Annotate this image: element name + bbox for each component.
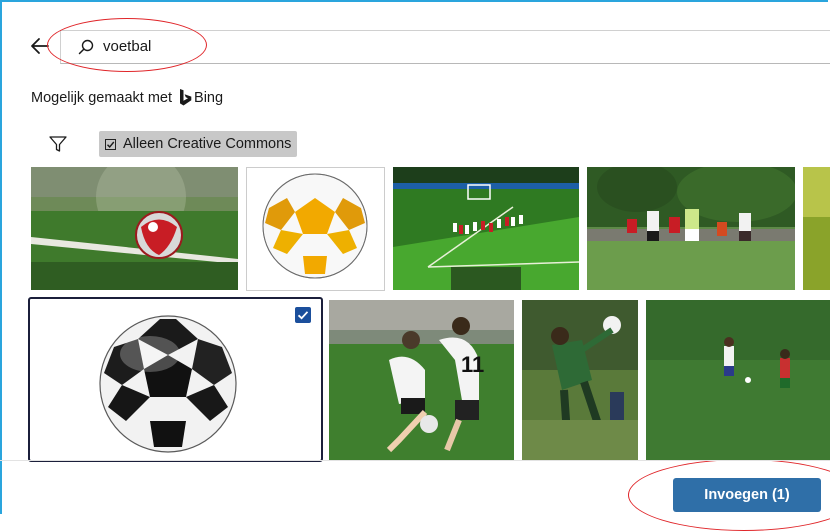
search-input[interactable] bbox=[101, 37, 605, 56]
black-white-ball-thumbnail[interactable] bbox=[28, 297, 323, 462]
cc-label: Alleen Creative Commons bbox=[123, 136, 292, 152]
search-icon bbox=[77, 38, 95, 56]
two-players-thumbnail[interactable] bbox=[646, 300, 830, 460]
creative-commons-toggle[interactable]: Alleen Creative Commons bbox=[99, 131, 298, 157]
yellow-ball-thumbnail[interactable] bbox=[246, 167, 385, 291]
insert-button[interactable]: Invoegen (1) bbox=[673, 478, 821, 512]
ball-on-field-thumbnail[interactable] bbox=[31, 167, 238, 290]
bing-logo: Bing bbox=[179, 89, 223, 106]
selected-checkmark-icon[interactable] bbox=[295, 307, 311, 323]
search-box[interactable] bbox=[60, 30, 830, 64]
players-match-thumbnail[interactable] bbox=[587, 167, 795, 290]
svg-text:11: 11 bbox=[461, 352, 484, 377]
kick-thumbnail[interactable] bbox=[522, 300, 638, 460]
filter-icon[interactable] bbox=[48, 134, 68, 154]
cc-checkbox[interactable] bbox=[105, 138, 116, 150]
attribution-text: Mogelijk gemaakt met bbox=[31, 89, 173, 106]
bing-logo-icon bbox=[180, 89, 192, 106]
back-arrow-icon[interactable] bbox=[28, 34, 52, 58]
partial-thumbnail[interactable] bbox=[803, 167, 830, 290]
footer-divider bbox=[0, 460, 830, 461]
bing-attribution: Mogelijk gemaakt met Bing bbox=[31, 89, 223, 106]
tackle-thumbnail[interactable]: 11 bbox=[329, 300, 514, 460]
corner-kick-thumbnail[interactable] bbox=[393, 167, 579, 290]
bing-brand-text: Bing bbox=[194, 89, 224, 106]
